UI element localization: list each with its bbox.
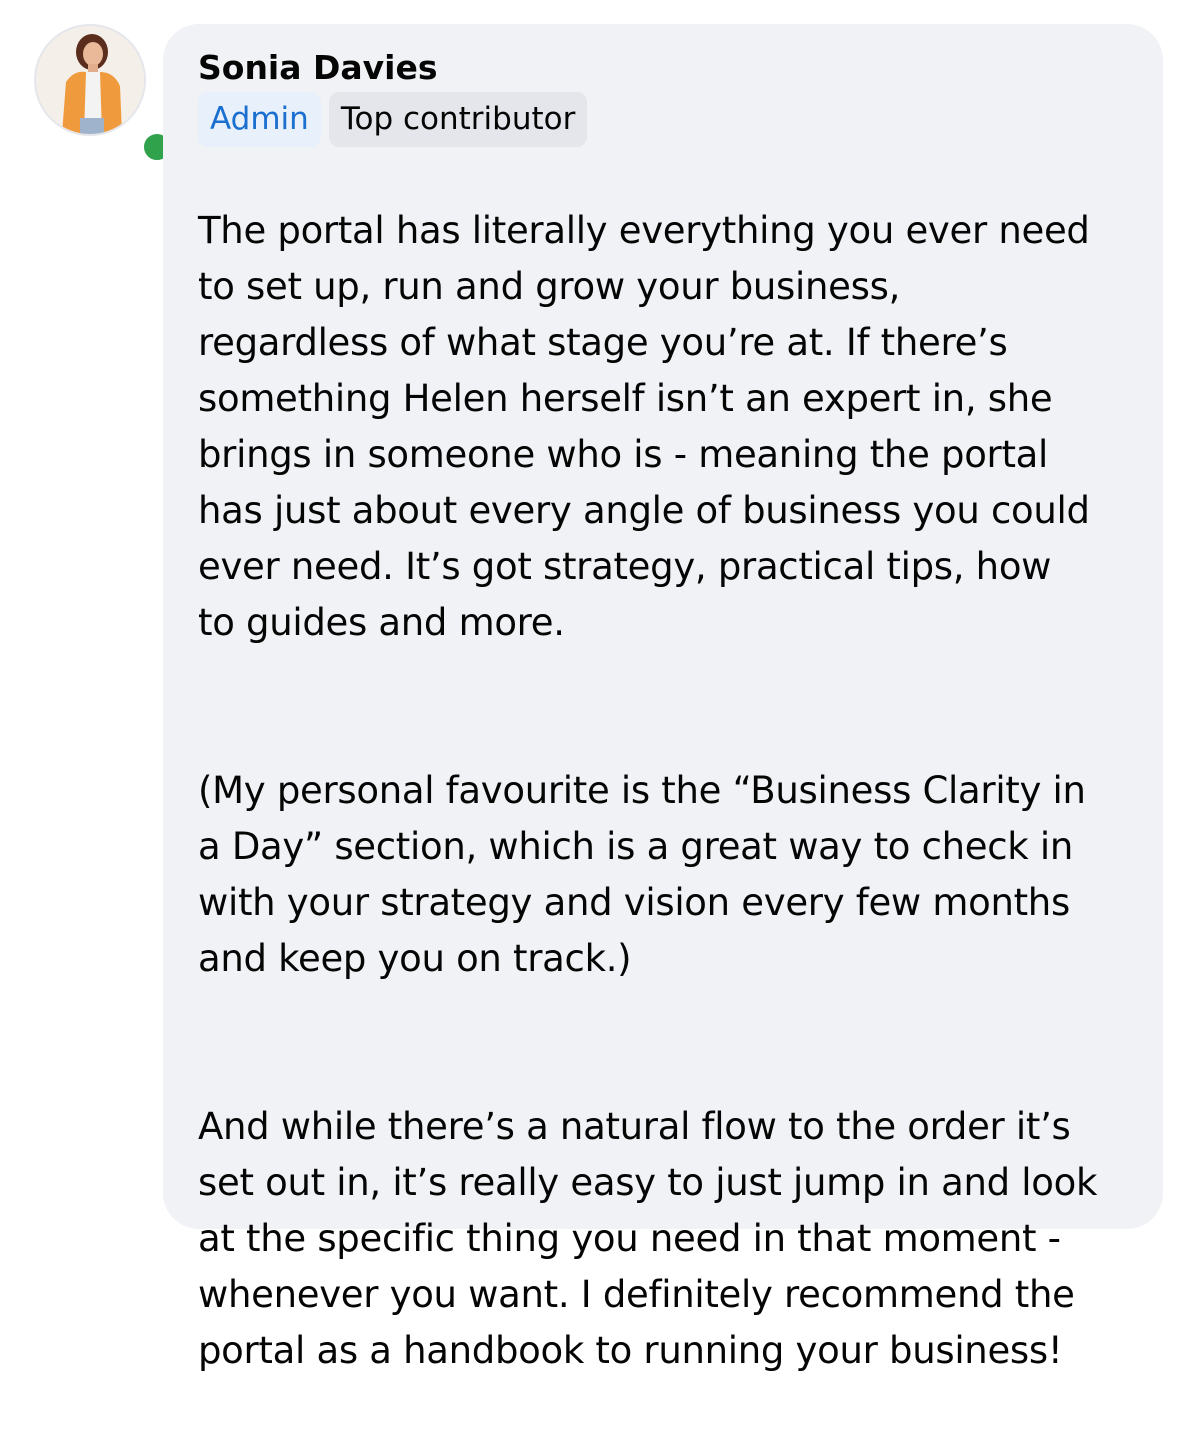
comment-paragraph: (My personal favourite is the “Business … <box>198 769 1086 980</box>
comment-paragraph: And while there’s a natural flow to the … <box>198 1105 1098 1372</box>
author-name[interactable]: Sonia Davies <box>198 48 438 88</box>
comment-bubble: Sonia Davies Admin Top contributor The p… <box>163 24 1163 1372</box>
author-badges: Admin Top contributor <box>198 92 1133 147</box>
top-contributor-badge[interactable]: Top contributor <box>328 92 588 147</box>
comment-text: The portal has literally everything you … <box>198 147 1148 1435</box>
profile-photo-icon <box>34 24 146 136</box>
avatar[interactable] <box>34 24 174 164</box>
comment-paragraph: The portal has literally everything you … <box>198 209 1090 644</box>
admin-badge[interactable]: Admin <box>198 92 321 147</box>
